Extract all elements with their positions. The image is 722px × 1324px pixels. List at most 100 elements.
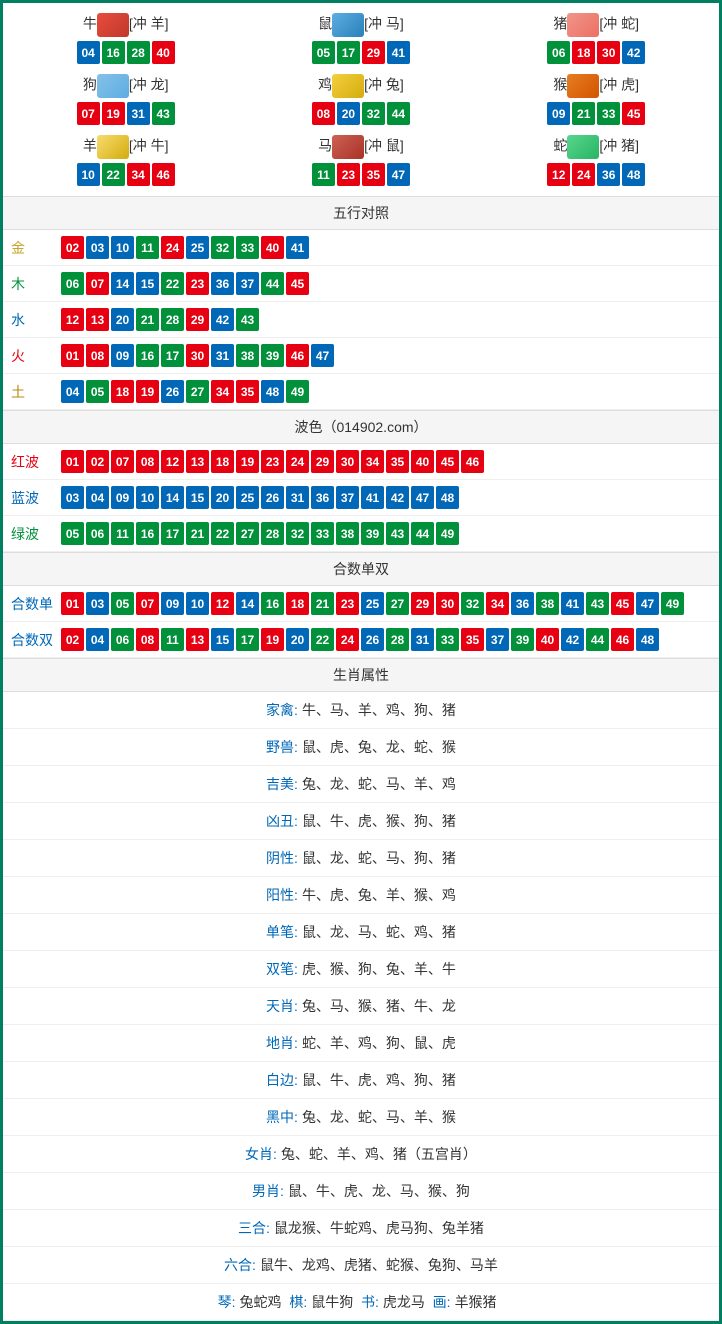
number-ball: 15	[186, 486, 209, 509]
number-ball: 42	[622, 41, 645, 64]
number-ball: 23	[337, 163, 360, 186]
attr-key: 吉美:	[266, 776, 298, 792]
zodiac-chong: [冲 牛]	[129, 138, 169, 154]
number-ball: 01	[61, 344, 84, 367]
ic-rooster-icon	[332, 74, 364, 98]
attr-row: 六合:鼠牛、龙鸡、虎猪、蛇猴、兔狗、马羊	[3, 1247, 719, 1284]
number-ball: 17	[161, 522, 184, 545]
ic-pig-icon	[567, 13, 599, 37]
number-ball: 11	[312, 163, 335, 186]
zodiac-name-text: 牛	[83, 16, 97, 32]
number-ball: 45	[286, 272, 309, 295]
row-nums: 0108091617303138394647	[61, 344, 334, 367]
number-ball: 43	[586, 592, 609, 615]
zodiac-title: 猪[冲 蛇]	[479, 13, 714, 37]
row-label: 合数双	[11, 630, 61, 650]
number-ball: 33	[436, 628, 459, 651]
number-ball: 39	[361, 522, 384, 545]
number-ball: 32	[211, 236, 234, 259]
zodiac-title: 鸡[冲 兔]	[243, 74, 478, 98]
number-ball: 45	[436, 450, 459, 473]
number-ball: 36	[597, 163, 620, 186]
number-ball: 30	[597, 41, 620, 64]
number-ball: 47	[411, 486, 434, 509]
number-ball: 31	[127, 102, 150, 125]
number-ball: 41	[361, 486, 384, 509]
number-ball: 35	[362, 163, 385, 186]
number-ball: 34	[361, 450, 384, 473]
number-ball: 41	[387, 41, 410, 64]
main-container: 牛[冲 羊]04162840鼠[冲 马]05172941猪[冲 蛇]061830…	[0, 0, 722, 1324]
number-ball: 44	[387, 102, 410, 125]
attr-row: 黑中:兔、龙、蛇、马、羊、猴	[3, 1099, 719, 1136]
number-ball: 48	[436, 486, 459, 509]
number-ball: 37	[236, 272, 259, 295]
number-ball: 25	[186, 236, 209, 259]
number-ball: 02	[61, 628, 84, 651]
zodiac-cell: 鼠[冲 马]05172941	[243, 8, 478, 69]
zodiac-nums: 04162840	[8, 41, 243, 64]
sections-wrapper: 五行对照金02031011242532334041木06071415222336…	[3, 196, 719, 1321]
ic-rat-icon	[332, 13, 364, 37]
number-ball: 15	[136, 272, 159, 295]
zodiac-chong: [冲 蛇]	[599, 16, 639, 32]
attr-val: 鼠、龙、蛇、马、狗、猪	[302, 850, 456, 866]
number-ball: 19	[236, 450, 259, 473]
number-ball: 09	[111, 344, 134, 367]
number-ball: 27	[186, 380, 209, 403]
attr-key: 天肖:	[266, 998, 298, 1014]
row-label: 火	[11, 346, 61, 366]
number-ball: 16	[102, 41, 125, 64]
zodiac-cell: 猴[冲 虎]09213345	[479, 69, 714, 130]
zodiac-title: 蛇[冲 猪]	[479, 135, 714, 159]
number-ball: 06	[61, 272, 84, 295]
number-ball: 14	[161, 486, 184, 509]
zodiac-name-text: 猴	[553, 77, 567, 93]
number-ball: 48	[636, 628, 659, 651]
attr-row: 女肖:兔、蛇、羊、鸡、猪（五宫肖）	[3, 1136, 719, 1173]
zodiac-name-text: 鼠	[318, 16, 332, 32]
number-ball: 49	[661, 592, 684, 615]
attr-key: 六合:	[224, 1257, 256, 1273]
number-ball: 35	[461, 628, 484, 651]
number-ball: 05	[86, 380, 109, 403]
qin-key: 棋:	[289, 1294, 307, 1310]
number-ball: 35	[386, 450, 409, 473]
number-ball: 34	[486, 592, 509, 615]
section-header: 波色（014902.com）	[3, 410, 719, 444]
section-header: 合数单双	[3, 552, 719, 586]
section-header: 五行对照	[3, 196, 719, 230]
attr-key: 双笔:	[266, 961, 298, 977]
row-nums: 04051819262734354849	[61, 380, 309, 403]
number-ball: 16	[136, 522, 159, 545]
zodiac-title: 牛[冲 羊]	[8, 13, 243, 37]
number-ball: 46	[461, 450, 484, 473]
number-ball: 04	[61, 380, 84, 403]
zodiac-cell: 牛[冲 羊] 04162840	[8, 8, 243, 69]
number-ball: 27	[236, 522, 259, 545]
attr-val: 兔、龙、蛇、马、羊、猴	[302, 1109, 456, 1125]
number-ball: 26	[261, 486, 284, 509]
number-ball: 33	[597, 102, 620, 125]
zodiac-title: 羊[冲 牛]	[8, 135, 243, 159]
attr-row: 天肖:兔、马、猴、猪、牛、龙	[3, 988, 719, 1025]
number-ball: 44	[586, 628, 609, 651]
number-ball: 07	[77, 102, 100, 125]
attr-key: 黑中:	[266, 1109, 298, 1125]
number-ball: 04	[86, 628, 109, 651]
row-label: 合数单	[11, 594, 61, 614]
number-ball: 22	[211, 522, 234, 545]
number-ball: 42	[561, 628, 584, 651]
number-ball: 17	[161, 344, 184, 367]
number-ball: 05	[312, 41, 335, 64]
row-label: 土	[11, 382, 61, 402]
zodiac-chong: [冲 龙]	[129, 77, 169, 93]
ic-horse-icon	[332, 135, 364, 159]
number-ball: 01	[61, 450, 84, 473]
zodiac-cell: 狗[冲 龙]07193143	[8, 69, 243, 130]
number-ball: 23	[261, 450, 284, 473]
ic-monkey-icon	[567, 74, 599, 98]
number-ball: 28	[261, 522, 284, 545]
number-ball: 42	[386, 486, 409, 509]
attr-row: 单笔:鼠、龙、马、蛇、鸡、猪	[3, 914, 719, 951]
